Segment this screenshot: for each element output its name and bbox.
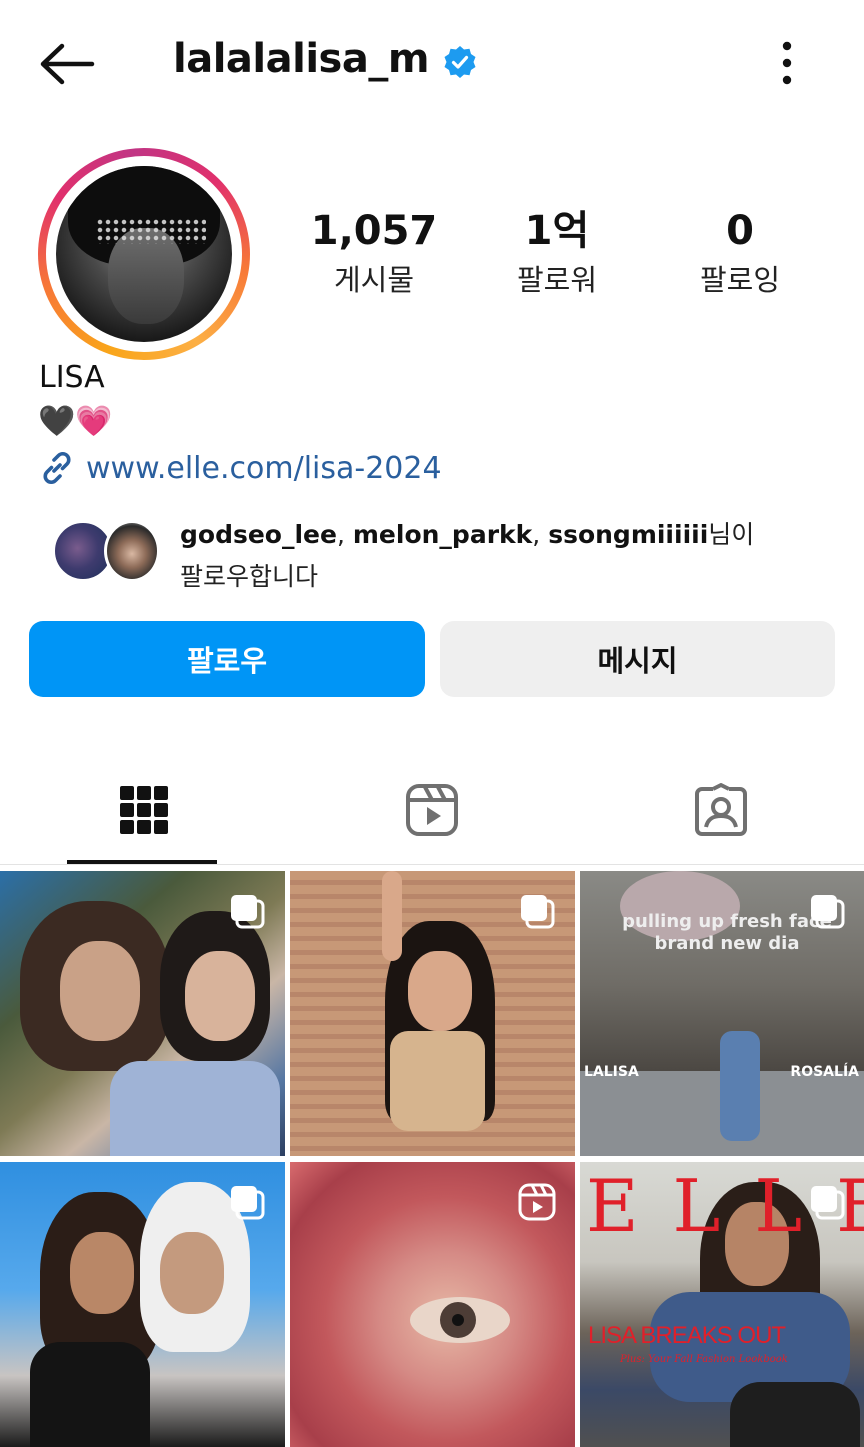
following-stat[interactable]: 0 팔로잉	[650, 206, 830, 298]
link-icon	[43, 452, 71, 484]
post-label: ROSALÍA	[790, 1064, 859, 1080]
magazine-subline: Plus: Your Fall Fashion Lookbook	[620, 1354, 788, 1365]
followers-count: 1억	[524, 208, 590, 254]
carousel-icon	[231, 895, 265, 929]
posts-stat[interactable]: 1,057 게시물	[284, 206, 464, 298]
grid-icon	[120, 786, 168, 834]
post-thumbnail[interactable]	[0, 871, 285, 1156]
follow-button[interactable]: 팔로우	[29, 621, 425, 697]
reels-icon	[406, 784, 458, 836]
mutual-follower-name[interactable]: melon_parkk	[353, 520, 532, 549]
tagged-icon	[695, 783, 747, 836]
post-thumbnail[interactable]	[0, 1162, 285, 1447]
story-ring[interactable]	[38, 148, 250, 360]
mutual-followers-text[interactable]: godseo_lee, melon_parkk, ssongmiiiiii님이 팔…	[180, 514, 780, 598]
carousel-icon	[521, 895, 555, 929]
mutual-follower-name[interactable]: godseo_lee	[180, 520, 337, 549]
post-thumbnail[interactable]	[290, 1162, 575, 1447]
top-bar: lalalalisa_m	[0, 0, 864, 125]
carousel-icon	[231, 1186, 265, 1220]
post-thumbnail[interactable]	[290, 871, 575, 1156]
following-label: 팔로잉	[699, 263, 781, 297]
post-thumbnail[interactable]: ELLE LISA BREAKS OUT Plus: Your Fall Fas…	[580, 1162, 864, 1447]
mutual-follower-avatar[interactable]	[104, 520, 160, 582]
bio-link-text[interactable]: www.elle.com/lisa-2024	[86, 451, 442, 486]
display-name: LISA	[39, 360, 105, 395]
carousel-icon	[811, 1186, 845, 1220]
post-label: LALISA	[584, 1064, 639, 1080]
back-arrow-icon[interactable]	[38, 42, 96, 86]
followers-stat[interactable]: 1억 팔로워	[467, 206, 647, 298]
bio-link[interactable]: www.elle.com/lisa-2024	[38, 448, 442, 488]
profile-username: lalalalisa_m	[173, 36, 430, 82]
verified-badge-icon	[444, 46, 476, 78]
more-options-icon[interactable]	[772, 40, 802, 86]
magazine-headline: LISA BREAKS OUT	[588, 1322, 786, 1349]
tab-reels[interactable]	[288, 760, 576, 860]
reels-badge-icon	[518, 1183, 556, 1221]
message-button[interactable]: 메시지	[440, 621, 835, 697]
profile-avatar[interactable]	[56, 166, 232, 342]
followers-label: 팔로워	[516, 263, 598, 297]
post-thumbnail[interactable]: pulling up fresh face brand new dia LALI…	[580, 871, 864, 1156]
tab-posts-grid[interactable]	[0, 760, 288, 860]
posts-label: 게시물	[333, 263, 415, 297]
bio-text: 🖤💗	[38, 404, 113, 439]
mutual-follower-name[interactable]: ssongmiiiiii	[548, 520, 708, 549]
carousel-icon	[811, 895, 845, 929]
tab-tagged[interactable]	[577, 760, 864, 860]
following-count: 0	[726, 208, 754, 254]
tabs-divider	[0, 864, 864, 865]
posts-count: 1,057	[310, 208, 438, 254]
